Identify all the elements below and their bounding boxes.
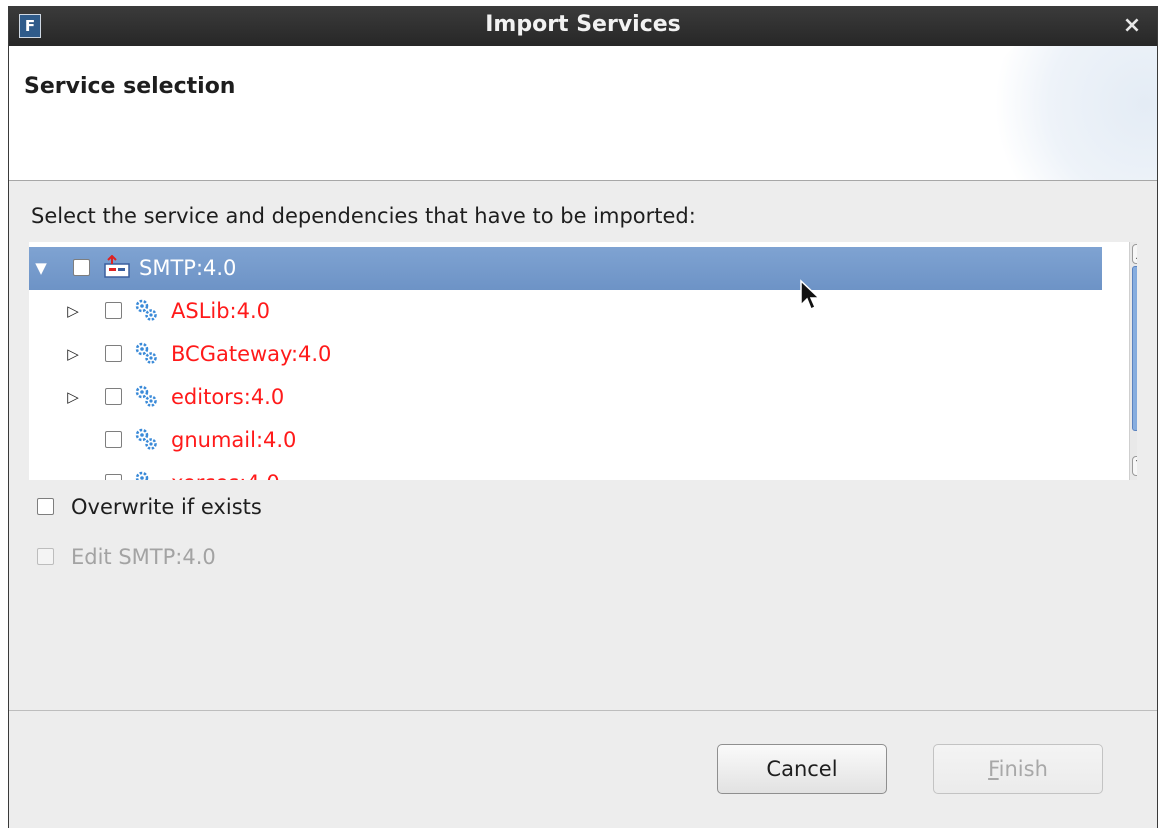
tree-row-label: xerces:4.0 [171,462,280,480]
finish-label: inish [998,757,1048,781]
gears-icon [135,299,157,321]
expand-arrow-icon[interactable]: ▷ [65,290,81,333]
tree-scrollbar[interactable]: ︿ ﹀ [1129,242,1137,480]
tree-row-label: ASLib:4.0 [171,299,271,323]
close-icon[interactable]: × [1121,12,1143,40]
service-tree[interactable]: ▼ SMTP:4.0 ▷ ASLib:4.0 ▷ BCGateway:4.0 ▷… [29,242,1137,480]
scroll-thumb[interactable] [1132,266,1137,431]
expand-arrow-icon[interactable]: ▷ [65,333,81,376]
edit-label: Edit SMTP:4.0 [71,545,216,569]
tree-checkbox[interactable] [105,345,122,362]
overwrite-label[interactable]: Overwrite if exists [71,492,262,522]
header-decoration [977,46,1157,180]
service-import-icon [104,255,130,278]
overwrite-checkbox[interactable] [37,498,54,515]
mouse-pointer-icon [800,279,821,311]
tree-checkbox[interactable] [105,302,122,319]
tree-row-label: editors:4.0 [171,385,285,409]
tree-checkbox[interactable] [105,431,122,448]
tree-checkbox[interactable] [105,474,122,480]
tree-checkbox[interactable] [105,388,122,405]
finish-mnemonic: F [988,757,999,781]
edit-checkbox [37,548,54,565]
tree-row-editors[interactable]: ▷ editors:4.0 [29,376,1102,419]
tree-row-bcgateway[interactable]: ▷ BCGateway:4.0 [29,333,1102,376]
gears-icon [135,342,157,364]
header-divider [9,180,1157,181]
expand-arrow-icon[interactable]: ▼ [33,247,49,290]
import-services-dialog: F Import Services × Service selection Se… [8,6,1158,828]
tree-row-label: gnumail:4.0 [171,428,297,452]
tree-row-gnumail[interactable]: gnumail:4.0 [29,419,1102,462]
instruction-text: Select the service and dependencies that… [31,204,696,228]
page-title: Service selection [24,74,236,99]
finish-button: Finish [933,744,1103,794]
tree-row-xerces[interactable]: xerces:4.0 [29,462,1102,480]
tree-row-smtp[interactable]: ▼ SMTP:4.0 [29,247,1102,290]
tree-row-label: BCGateway:4.0 [171,342,332,366]
gears-icon [135,428,157,450]
wizard-header: Service selection [9,46,1157,180]
footer-divider [9,710,1157,711]
tree-checkbox[interactable] [73,259,90,276]
expand-arrow-icon[interactable]: ▷ [65,376,81,419]
tree-row-label: SMTP:4.0 [139,256,237,280]
tree-row-aslib[interactable]: ▷ ASLib:4.0 [29,290,1102,333]
gears-icon [135,471,149,480]
scroll-up-icon[interactable]: ︿ [1132,244,1137,264]
title-bar[interactable]: F Import Services × [9,6,1157,46]
gears-icon [135,385,157,407]
cancel-button[interactable]: Cancel [717,744,887,794]
scroll-down-icon[interactable]: ﹀ [1132,456,1137,476]
window-title: Import Services [485,12,681,37]
